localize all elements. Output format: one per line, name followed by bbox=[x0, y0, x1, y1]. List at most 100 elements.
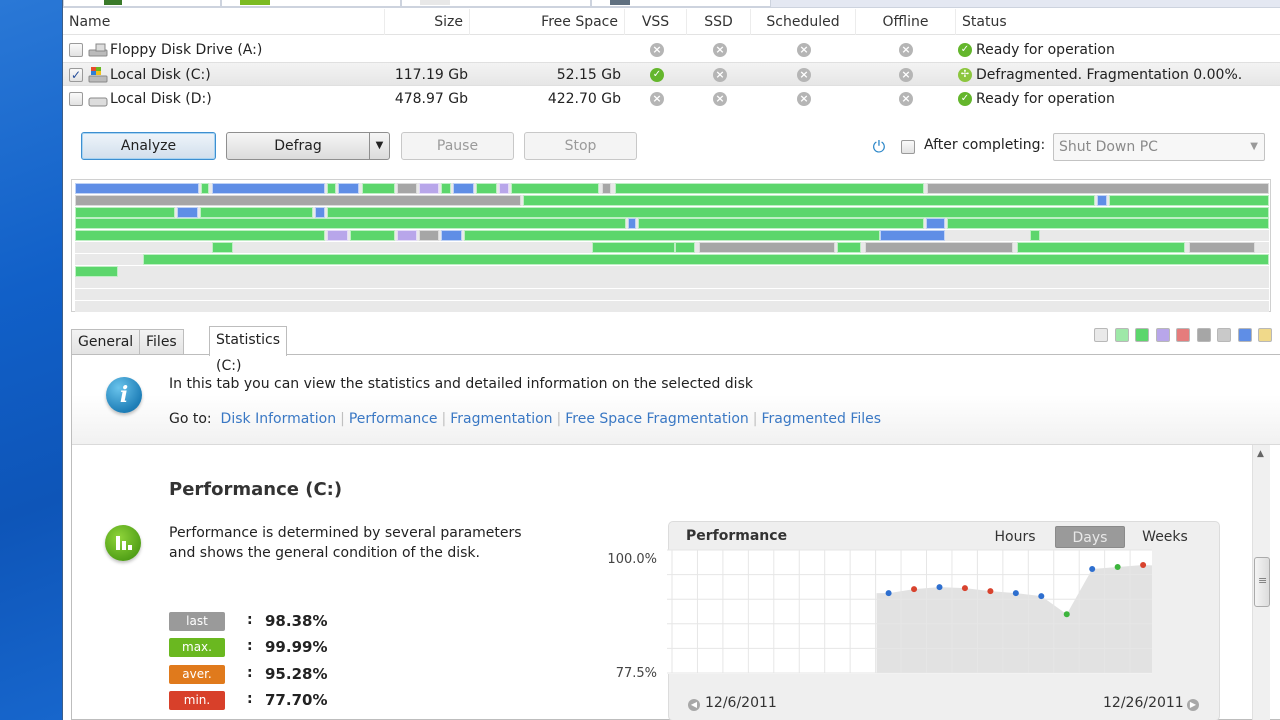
chevron-down-icon[interactable]: ▼ bbox=[369, 133, 389, 159]
disk-checkbox[interactable]: ✓ bbox=[69, 68, 83, 82]
cluster-row bbox=[75, 206, 1269, 218]
cluster-block bbox=[511, 183, 599, 194]
cluster-row bbox=[75, 230, 1269, 242]
column-status[interactable]: Status bbox=[956, 9, 1280, 35]
tab-files[interactable]: Files (C:) bbox=[139, 329, 184, 374]
link-disk-information[interactable]: Disk Information bbox=[221, 411, 337, 427]
legend-swatch[interactable] bbox=[1094, 328, 1108, 342]
scheduled-no-icon: × bbox=[797, 43, 811, 57]
link-free-space-fragmentation[interactable]: Free Space Fragmentation bbox=[565, 411, 749, 427]
top-tab-3[interactable] bbox=[401, 0, 591, 7]
top-tab-1[interactable] bbox=[63, 0, 221, 7]
data-point bbox=[961, 585, 968, 592]
check-icon: ✓ bbox=[958, 92, 972, 106]
legend-swatch[interactable] bbox=[1217, 328, 1231, 342]
cluster-block bbox=[315, 206, 325, 218]
cluster-row bbox=[75, 265, 1269, 277]
top-tab-4[interactable] bbox=[591, 0, 771, 7]
cluster-map[interactable] bbox=[71, 179, 1271, 312]
separator: | bbox=[556, 411, 562, 427]
disk-row-d[interactable]: Local Disk (D:) 478.97 Gb 422.70 Gb × × … bbox=[63, 87, 1280, 111]
info-band: i In this tab you can view the statistic… bbox=[72, 355, 1280, 445]
next-icon[interactable]: ▶ bbox=[1187, 699, 1199, 711]
column-free-space[interactable]: Free Space bbox=[470, 9, 625, 35]
analyze-button[interactable]: Analyze bbox=[81, 132, 216, 160]
legend-swatch[interactable] bbox=[1176, 328, 1190, 342]
scheduled-no-icon: × bbox=[797, 92, 811, 106]
column-ssd[interactable]: SSD bbox=[687, 9, 751, 35]
cluster-block bbox=[75, 230, 325, 242]
pause-button[interactable]: Pause bbox=[401, 132, 514, 160]
cluster-block bbox=[441, 183, 451, 194]
disk-free-space: 52.15 Gb bbox=[556, 67, 621, 83]
column-name[interactable]: Name bbox=[63, 9, 385, 35]
legend-swatch[interactable] bbox=[1155, 328, 1170, 342]
system-drive-icon bbox=[88, 67, 108, 83]
vss-no-icon: × bbox=[650, 43, 664, 57]
legend-swatch[interactable] bbox=[1258, 328, 1272, 342]
offline-no-icon: × bbox=[899, 92, 913, 106]
cluster-block bbox=[638, 218, 924, 230]
cluster-block bbox=[865, 242, 1013, 253]
disk-name: Local Disk (C:) bbox=[110, 67, 211, 83]
vss-yes-icon: ✓ bbox=[650, 68, 664, 82]
cluster-block bbox=[615, 183, 924, 194]
legend-swatch[interactable] bbox=[1196, 328, 1211, 342]
data-point bbox=[1089, 566, 1096, 573]
legend-swatch[interactable] bbox=[1135, 328, 1149, 342]
stat-last: last : 98.38% bbox=[169, 612, 369, 632]
cluster-block bbox=[880, 230, 945, 242]
cluster-row bbox=[75, 218, 1269, 230]
offline-no-icon: × bbox=[899, 43, 913, 57]
tab-icon bbox=[420, 0, 450, 5]
column-scheduled[interactable]: Scheduled bbox=[751, 9, 856, 35]
scroll-thumb[interactable] bbox=[1254, 557, 1270, 607]
stat-tag: aver. bbox=[169, 665, 225, 684]
cluster-block bbox=[1030, 230, 1040, 242]
ssd-no-icon: × bbox=[713, 92, 727, 106]
disk-row-c[interactable]: ✓ Local Disk (C:) 117.19 Gb 52.15 Gb ✓ ×… bbox=[63, 62, 1280, 86]
legend-swatch[interactable] bbox=[1114, 328, 1129, 342]
column-offline[interactable]: Offline bbox=[856, 9, 956, 35]
cluster-block bbox=[200, 206, 313, 218]
range-weeks-button[interactable]: Weeks bbox=[1133, 526, 1197, 548]
cluster-block bbox=[1017, 242, 1185, 253]
cluster-row bbox=[75, 253, 1269, 265]
disk-name: Floppy Disk Drive (A:) bbox=[110, 42, 263, 58]
hard-drive-icon bbox=[88, 97, 108, 107]
previous-icon[interactable]: ◀ bbox=[688, 699, 700, 711]
after-completing-checkbox[interactable] bbox=[901, 140, 915, 154]
vertical-scrollbar[interactable]: ▲ bbox=[1252, 445, 1270, 720]
top-tab-strip bbox=[63, 0, 1280, 8]
disk-checkbox[interactable] bbox=[69, 92, 83, 106]
power-icon: ⏻ bbox=[872, 137, 886, 156]
range-hours-button[interactable]: Hours bbox=[987, 526, 1043, 548]
scroll-up-icon[interactable]: ▲ bbox=[1257, 449, 1264, 459]
tab-general[interactable]: General bbox=[71, 329, 141, 355]
defrag-button[interactable]: Defrag ▼ bbox=[226, 132, 390, 160]
link-fragmented-files[interactable]: Fragmented Files bbox=[762, 411, 882, 427]
column-vss[interactable]: VSS bbox=[625, 9, 687, 35]
data-point bbox=[987, 588, 994, 595]
cluster-block bbox=[75, 265, 118, 277]
cluster-block bbox=[397, 183, 417, 194]
top-tab-2[interactable] bbox=[221, 0, 401, 7]
cluster-block bbox=[177, 206, 198, 218]
stop-button[interactable]: Stop bbox=[524, 132, 637, 160]
separator: | bbox=[441, 411, 447, 427]
performance-icon bbox=[105, 525, 141, 561]
data-point bbox=[936, 584, 943, 591]
after-completing-select[interactable]: Shut Down PC ▼ bbox=[1053, 133, 1265, 161]
legend-swatch[interactable] bbox=[1237, 328, 1252, 342]
scheduled-no-icon: × bbox=[797, 68, 811, 82]
disk-checkbox[interactable] bbox=[69, 43, 83, 57]
stat-value: 98.38% bbox=[265, 612, 328, 630]
disk-size: 117.19 Gb bbox=[394, 67, 468, 83]
range-days-button[interactable]: Days bbox=[1055, 526, 1125, 548]
tab-statistics[interactable]: Statistics (C:) bbox=[209, 326, 287, 374]
chevron-down-icon: ▼ bbox=[1250, 141, 1258, 152]
link-fragmentation[interactable]: Fragmentation bbox=[450, 411, 552, 427]
disk-row-a[interactable]: Floppy Disk Drive (A:) × × × × ✓ Ready f… bbox=[63, 38, 1280, 62]
column-size[interactable]: Size bbox=[385, 9, 470, 35]
link-performance[interactable]: Performance bbox=[349, 411, 438, 427]
